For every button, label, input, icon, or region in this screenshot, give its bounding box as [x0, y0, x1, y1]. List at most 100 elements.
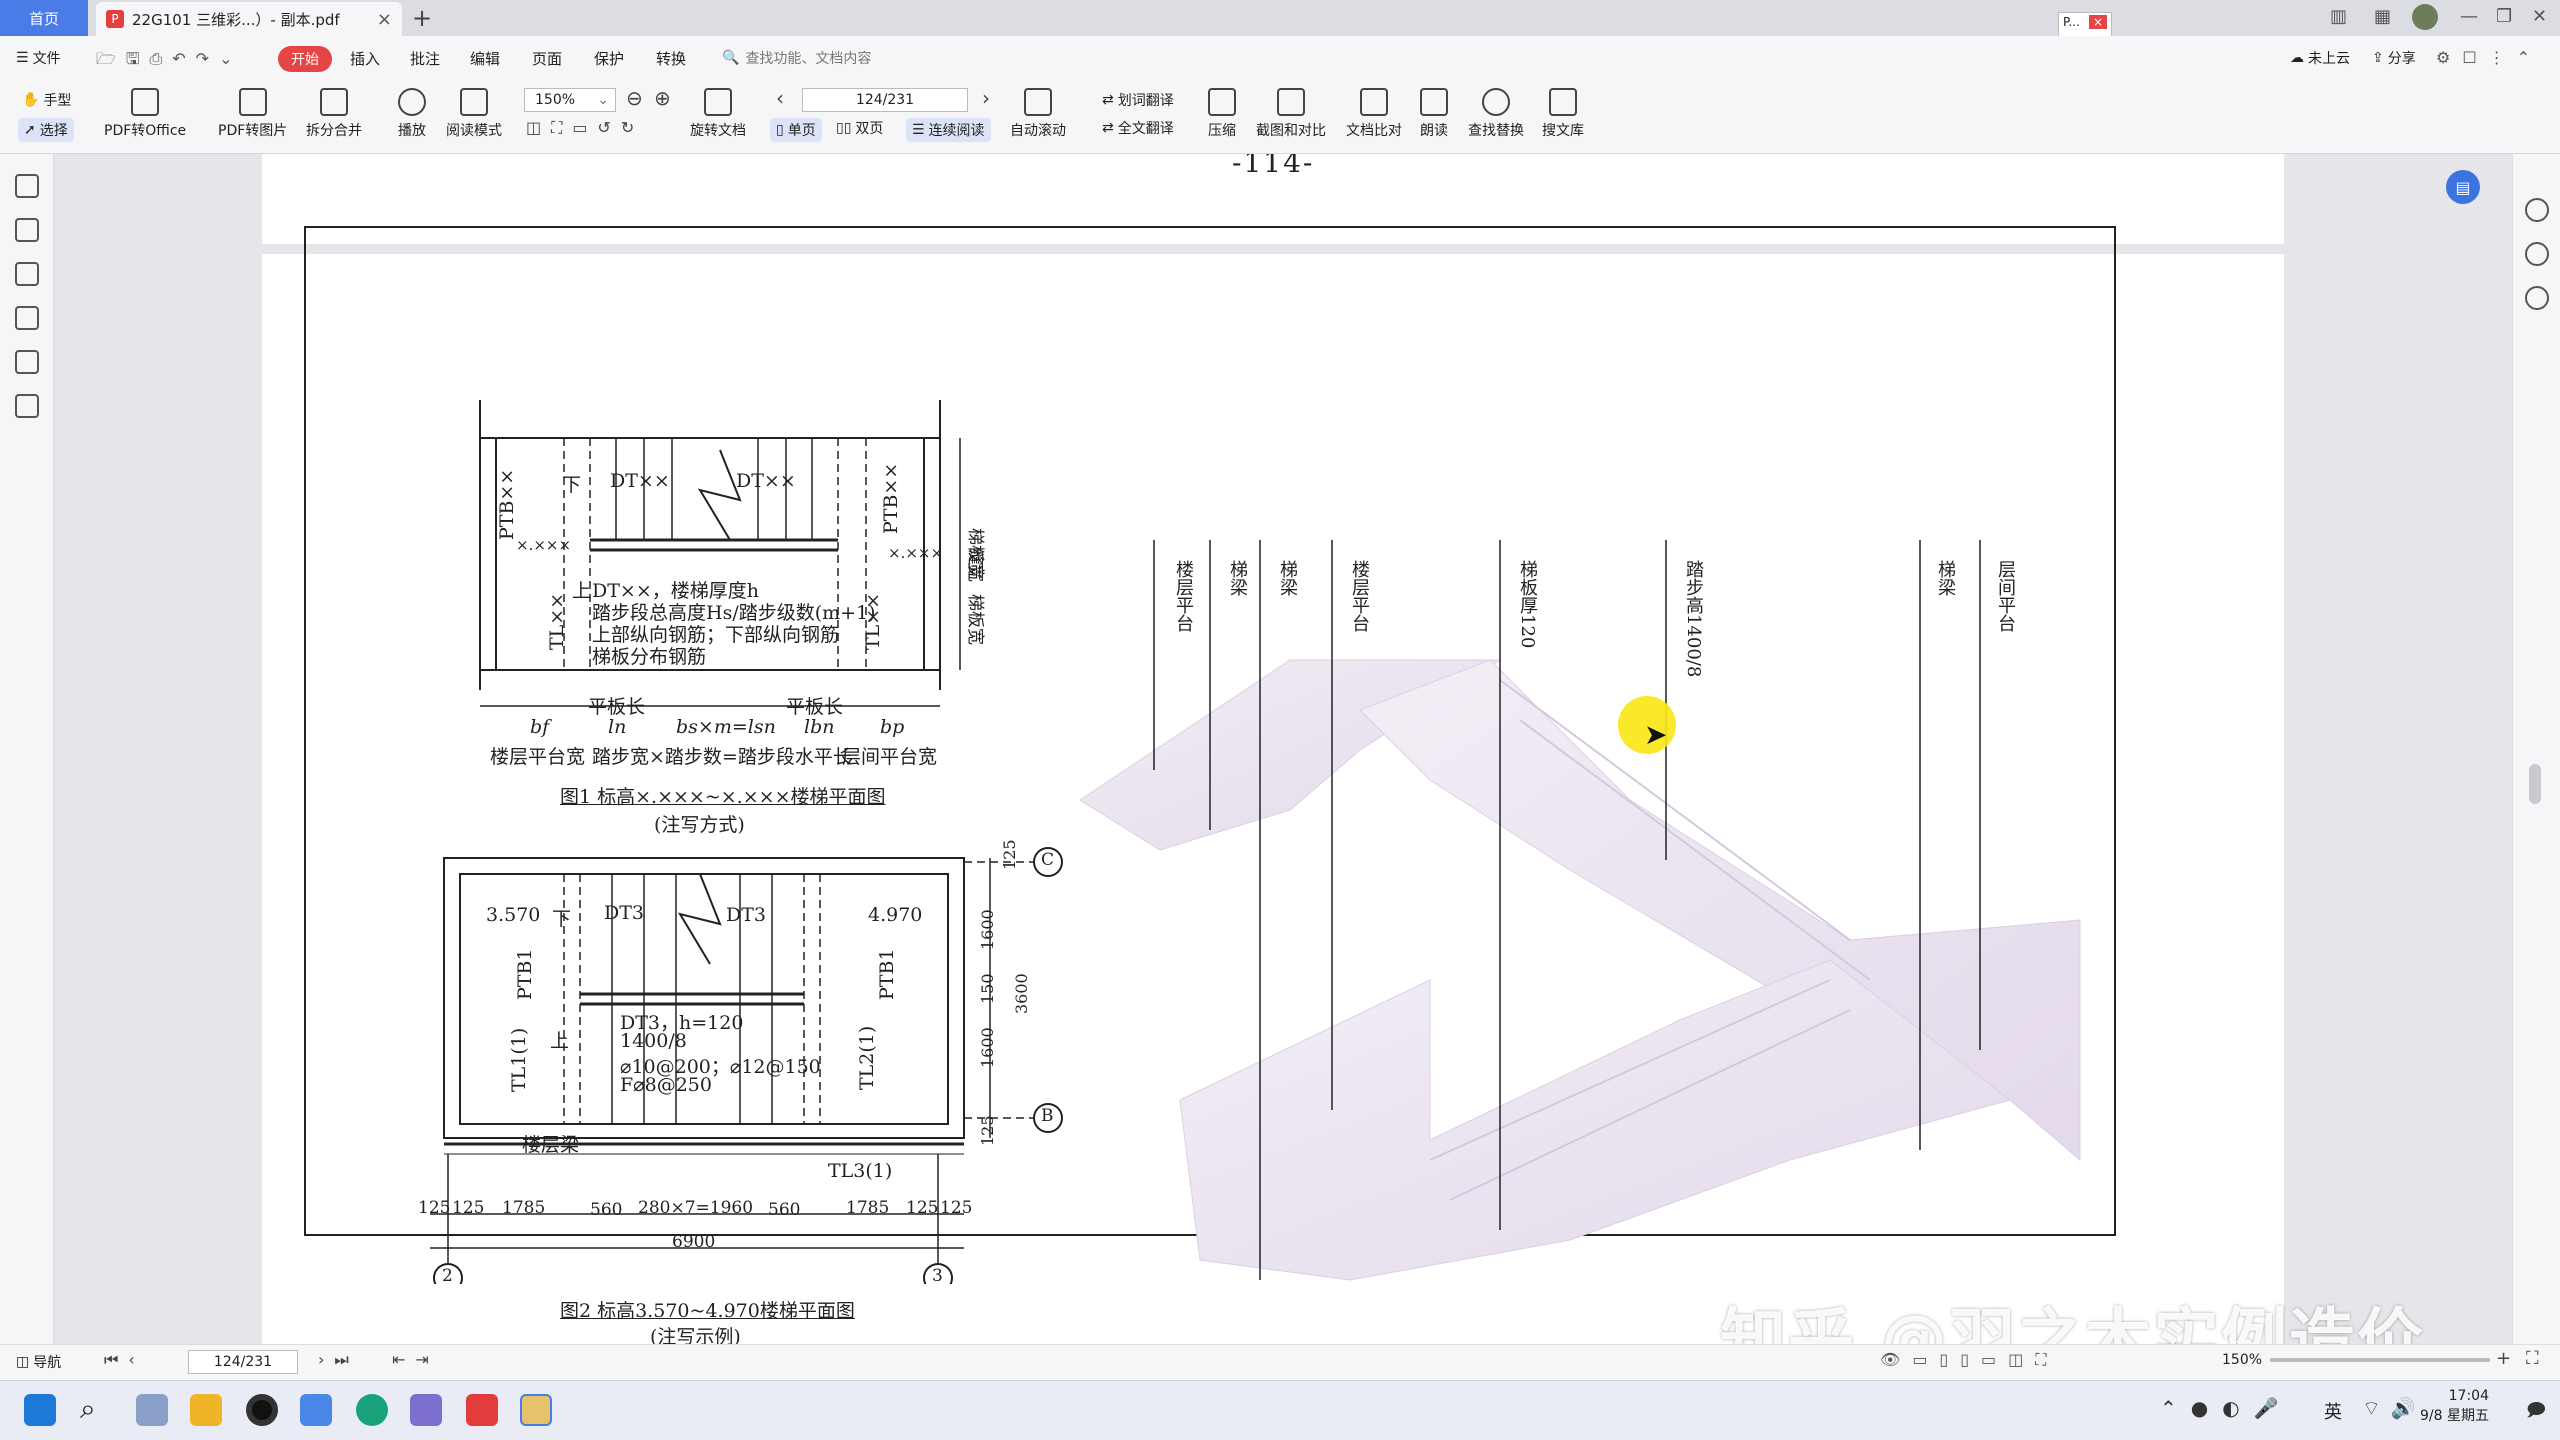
single-page-button[interactable]: ▯ 单页 — [770, 118, 822, 142]
doc-compare-button[interactable]: 文档比对 — [1346, 88, 1402, 140]
compress-button[interactable]: 压缩 — [1208, 88, 1236, 140]
fig1-bottom-3: 层间平台宽 — [842, 746, 938, 768]
app-icon[interactable] — [300, 1394, 332, 1426]
select-tool[interactable]: ➚ 选择 — [18, 118, 74, 142]
fig1-dim-bp: bp — [880, 716, 905, 738]
screenshot-compare-button[interactable]: 截图和对比 — [1256, 88, 1326, 140]
quick-access-icons[interactable]: 🗁🖫⎙↶↷⌄ — [96, 48, 243, 75]
ai-assistant-icon[interactable]: ▤ — [2446, 170, 2480, 204]
search-library-button[interactable]: 搜文库 — [1542, 88, 1584, 140]
full-translate-button[interactable]: ⇄ 全文翻译 — [1102, 118, 1174, 138]
search-box[interactable]: 🔍 查找功能、文档内容 — [722, 48, 871, 68]
windows-start-icon[interactable] — [24, 1394, 56, 1426]
play-button[interactable]: 播放 — [398, 88, 426, 140]
prev-page-icon[interactable]: ‹ — [776, 86, 784, 110]
tab-home[interactable]: 首页 — [0, 0, 88, 36]
menu-annotate[interactable]: 批注 — [410, 48, 440, 69]
layers-icon[interactable] — [15, 394, 39, 418]
thumbnail-icon[interactable] — [15, 218, 39, 242]
status-page-input[interactable]: 124/231 — [188, 1350, 298, 1374]
input-language[interactable]: 英 — [2324, 1398, 2342, 1424]
close-window-icon[interactable]: ✕ — [2532, 6, 2547, 27]
restore-icon[interactable]: ❐ — [2496, 6, 2512, 27]
minimize-icon[interactable]: — — [2460, 6, 2478, 27]
active-app-icon[interactable] — [520, 1394, 552, 1426]
history-icons[interactable]: ⇤⇥ — [392, 1350, 439, 1369]
view-mode-icons[interactable]: 👁▭▯▯▭◫⛶ — [1880, 1350, 2058, 1370]
find-replace-button[interactable]: 查找替换 — [1468, 88, 1524, 140]
notepad-icon[interactable] — [136, 1394, 168, 1426]
fig2-axis-3: 3 — [932, 1266, 943, 1286]
menu-page[interactable]: 页面 — [532, 48, 562, 69]
zoom-panel-icon[interactable] — [2525, 198, 2549, 222]
word-translate-button[interactable]: ⇄ 划词翻译 — [1102, 90, 1174, 110]
iso-label-6: 踏步高1400/8 — [1683, 560, 1704, 678]
avatar[interactable] — [2412, 4, 2438, 30]
read-mode-button[interactable]: 阅读模式 — [446, 88, 502, 140]
notification-icon[interactable]: 🗩 — [2526, 1398, 2546, 1428]
menu-convert[interactable]: 转换 — [656, 48, 686, 69]
zoom-select[interactable]: 150% ⌄ — [524, 88, 616, 112]
app2-icon[interactable] — [410, 1394, 442, 1426]
status-zoom[interactable]: 150% — [2222, 1352, 2262, 1368]
attachment-icon[interactable] — [15, 306, 39, 330]
nav-icon: ◫ — [16, 1354, 30, 1370]
signature-icon[interactable] — [15, 350, 39, 374]
menu-start[interactable]: 开始 — [278, 46, 332, 72]
grid-icon[interactable]: ▦ — [2374, 6, 2391, 27]
split-merge-button[interactable]: 拆分合并 — [306, 88, 362, 140]
popup-close-icon[interactable]: × — [2088, 15, 2107, 29]
clock[interactable]: 17:04 9/8 星期五 — [2420, 1386, 2489, 1426]
menu-insert[interactable]: 插入 — [350, 48, 380, 69]
cloud-status[interactable]: ☁ 未上云 — [2290, 48, 2350, 68]
zoom-slider[interactable] — [2270, 1358, 2490, 1362]
adjust-icon[interactable] — [2525, 242, 2549, 266]
rotate-doc-button[interactable]: 旋转文档 — [690, 88, 746, 140]
tray-icons[interactable]: ⌃●◐🎤 — [2160, 1396, 2293, 1420]
fullscreen-icon[interactable]: ⛶ — [2526, 1348, 2539, 1369]
zoom-plus-icon[interactable]: + — [2496, 1348, 2511, 1369]
settings-icons[interactable]: ⚙☐⋮⌃ — [2436, 48, 2542, 67]
pdf-to-image-button[interactable]: PDF转图片 — [218, 88, 287, 140]
hand-tool[interactable]: ✋ 手型 — [22, 90, 71, 110]
fig2-dim-1785a: 1785 — [502, 1198, 546, 1218]
fig2-v-125-top: 125 — [1000, 839, 1019, 870]
continuous-read-button[interactable]: ☰ 连续阅读 — [906, 118, 991, 142]
tab-close-icon[interactable]: × — [377, 9, 392, 30]
pdf-image-icon — [238, 88, 267, 116]
fig1-subcaption: (注写方式) — [654, 814, 745, 836]
bookmark-icon[interactable] — [15, 174, 39, 198]
recorder-icon[interactable] — [246, 1394, 278, 1426]
comment-icon[interactable] — [15, 262, 39, 286]
next-page-icon[interactable]: › — [982, 86, 990, 110]
search-taskbar-icon[interactable]: ⌕ — [80, 1392, 96, 1426]
vertical-scrollbar[interactable] — [2529, 764, 2541, 804]
next-last-page-icons[interactable]: ›⏭ — [318, 1350, 359, 1370]
auto-scroll-button[interactable]: 自动滚动 — [1010, 88, 1066, 140]
wps-icon[interactable] — [466, 1394, 498, 1426]
first-prev-page-icons[interactable]: ⏮‹ — [104, 1350, 145, 1370]
read-aloud-button[interactable]: 朗读 — [1420, 88, 1448, 140]
pdf-to-office-button[interactable]: PDF转Office — [104, 88, 186, 140]
zoom-in-icon[interactable]: ⊕ — [654, 86, 671, 110]
menu-protect[interactable]: 保护 — [594, 48, 624, 69]
edge-icon[interactable] — [356, 1394, 388, 1426]
page-input[interactable]: 124/231 — [802, 88, 968, 112]
share-button[interactable]: ⇪ 分享 — [2372, 48, 2416, 68]
double-page-icon: ▯▯ — [836, 120, 852, 136]
right-sidebar — [2512, 154, 2560, 1344]
fig1-dt-down: DT×× — [610, 470, 670, 492]
network-volume-icons[interactable]: ⌔🔊 — [2362, 1396, 2426, 1421]
view-tools-icons[interactable]: ◫⛶▭↺↻ — [526, 118, 644, 138]
library-icon — [1549, 88, 1577, 116]
nav-toggle[interactable]: ◫ 导航 — [16, 1352, 61, 1372]
reader-icon[interactable] — [2525, 286, 2549, 310]
file-explorer-icon[interactable] — [190, 1394, 222, 1426]
zoom-out-icon[interactable]: ⊖ — [626, 86, 643, 110]
layout-icon[interactable]: ▥ — [2330, 6, 2347, 27]
tab-document[interactable]: P 22G101 三维彩...）- 副本.pdf × — [96, 2, 402, 36]
menu-edit[interactable]: 编辑 — [470, 48, 500, 69]
double-page-button[interactable]: ▯▯ 双页 — [836, 118, 883, 138]
new-tab-icon[interactable]: + — [412, 4, 432, 32]
file-menu[interactable]: ☰ 文件 — [16, 48, 61, 68]
